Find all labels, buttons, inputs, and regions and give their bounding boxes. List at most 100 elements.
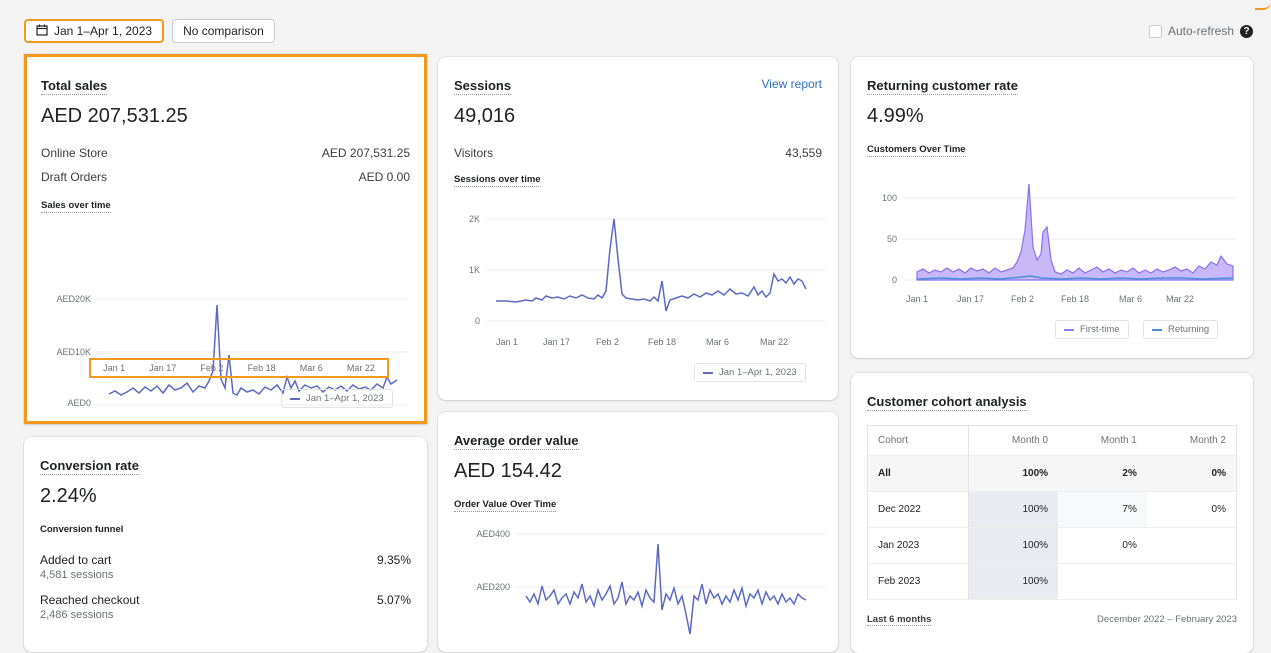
aov-chart: AED400 AED200 xyxy=(476,529,826,635)
cohort-cell xyxy=(1146,563,1237,600)
cohort-period-label: Last 6 months xyxy=(867,614,932,626)
x-tick: Mar 6 xyxy=(299,363,323,373)
sessions-line xyxy=(496,218,807,312)
y-tick: 1K xyxy=(469,265,480,275)
table-row: All 100% 2% 0% xyxy=(867,455,1237,492)
calendar-icon xyxy=(36,24,48,39)
view-report-link[interactable]: View report xyxy=(762,77,822,91)
date-range-button[interactable]: Jan 1–Apr 1, 2023 xyxy=(24,19,165,43)
total-sales-title: Total sales xyxy=(41,78,108,95)
table-row: Feb 2023 100% xyxy=(867,563,1237,600)
y-tick: AED20K xyxy=(56,294,91,304)
returning-title: Returning customer rate xyxy=(867,78,1018,95)
y-tick: AED200 xyxy=(476,582,510,592)
cohort-title: Customer cohort analysis xyxy=(867,394,1027,411)
row-label: Online Store xyxy=(41,146,108,160)
first-time-legend[interactable]: First-time xyxy=(1055,320,1129,339)
returning-chart: 100 50 0 Jan 1 Jan 17 Feb 2 Feb 18 Mar 6… xyxy=(882,183,1236,304)
y-tick: AED400 xyxy=(476,529,510,539)
aov-title: Average order value xyxy=(454,433,579,450)
y-tick: 0 xyxy=(892,275,897,285)
x-tick: Mar 6 xyxy=(706,337,729,347)
cohort-cell: Jan 2023 xyxy=(867,527,969,564)
cohort-cell: 2% xyxy=(1058,455,1147,492)
aov-card: Average order value AED 154.42 Order Val… xyxy=(438,412,838,652)
x-tick: Mar 22 xyxy=(346,363,375,373)
funnel-step-label: Added to cart xyxy=(40,553,112,567)
column-header: Cohort xyxy=(867,425,969,456)
sessions-title: Sessions xyxy=(454,78,512,95)
legend-swatch xyxy=(1152,328,1162,331)
legend-swatch xyxy=(703,371,713,374)
legend-label: Returning xyxy=(1168,324,1210,335)
x-tick: Feb 2 xyxy=(596,337,619,347)
sessions-card: Sessions View report 49,016 Visitors 43,… xyxy=(438,57,838,400)
y-tick: AED0 xyxy=(67,398,91,408)
row-value: 43,559 xyxy=(785,146,822,160)
funnel-step-sessions: 4,581 sessions xyxy=(40,569,114,581)
cohort-header-row: Cohort Month 0 Month 1 Month 2 xyxy=(867,425,1237,456)
cohort-table: Cohort Month 0 Month 1 Month 2 All 100% … xyxy=(867,425,1237,600)
funnel-step-rate: 9.35% xyxy=(376,553,411,567)
cohort-cell: 100% xyxy=(968,527,1059,564)
cohort-cell: Dec 2022 xyxy=(867,491,969,528)
x-tick: Mar 22 xyxy=(1166,294,1194,304)
sessions-value: 49,016 xyxy=(454,105,516,127)
column-header: Month 1 xyxy=(1058,425,1147,456)
cohort-cell: 100% xyxy=(968,491,1059,528)
x-tick: Jan 1 xyxy=(906,294,928,304)
x-tick: Jan 1 xyxy=(496,337,518,347)
returning-value: 4.99% xyxy=(867,105,924,127)
legend-label: Jan 1–Apr 1, 2023 xyxy=(306,393,384,404)
table-row: Dec 2022 100% 7% 0% xyxy=(867,491,1237,528)
funnel-step-label: Reached checkout xyxy=(40,593,140,607)
cohort-cell: 0% xyxy=(1058,527,1147,564)
toolbar: Jan 1–Apr 1, 2023 No comparison xyxy=(24,19,275,43)
cohort-card: Customer cohort analysis Cohort Month 0 … xyxy=(851,373,1253,653)
row-value: AED 0.00 xyxy=(358,170,410,184)
cohort-cell: 0% xyxy=(1146,491,1237,528)
returning-chart-title: Customers Over Time xyxy=(867,144,966,157)
conversion-funnel-title: Conversion funnel xyxy=(40,524,124,535)
online-store-row: Online Store AED 207,531.25 xyxy=(41,146,410,160)
x-tick: Feb 2 xyxy=(1011,294,1034,304)
funnel-step-sessions: 2,486 sessions xyxy=(40,609,114,621)
cohort-cell: Feb 2023 xyxy=(867,563,969,600)
x-tick: Feb 18 xyxy=(1061,294,1089,304)
legend-label: Jan 1–Apr 1, 2023 xyxy=(719,367,797,378)
sessions-legend[interactable]: Jan 1–Apr 1, 2023 xyxy=(694,363,806,382)
cohort-date-range: December 2022 – February 2023 xyxy=(1097,614,1237,625)
x-tick: Feb 2 xyxy=(200,363,224,373)
returning-legend[interactable]: Returning xyxy=(1143,320,1219,339)
sales-x-axis: Jan 1 Jan 17 Feb 2 Feb 18 Mar 6 Mar 22 xyxy=(89,358,389,378)
x-tick: Mar 6 xyxy=(1119,294,1142,304)
sales-chart-title: Sales over time xyxy=(41,200,111,213)
x-tick: Jan 17 xyxy=(957,294,984,304)
aov-chart-title: Order Value Over Time xyxy=(454,499,557,512)
total-sales-card: Total sales AED 207,531.25 Online Store … xyxy=(24,54,427,424)
funnel-step-text: Added to cart 4,581 sessions xyxy=(40,553,113,581)
corner-decoration xyxy=(1255,0,1271,10)
x-tick: Jan 1 xyxy=(103,363,126,373)
cohort-cell: 100% xyxy=(968,563,1059,600)
cohort-cell: 7% xyxy=(1058,491,1147,528)
cohort-cell: 100% xyxy=(968,455,1059,492)
sales-line xyxy=(108,304,398,396)
comparison-label: No comparison xyxy=(183,24,264,38)
draft-orders-row: Draft Orders AED 0.00 xyxy=(41,170,410,184)
conversion-title: Conversion rate xyxy=(40,458,139,475)
comparison-button[interactable]: No comparison xyxy=(172,19,275,43)
cohort-cell: 0% xyxy=(1146,455,1237,492)
sales-legend[interactable]: Jan 1–Apr 1, 2023 xyxy=(281,389,393,408)
conversion-card: Conversion rate 2.24% Conversion funnel … xyxy=(24,437,427,652)
auto-refresh-checkbox[interactable] xyxy=(1148,24,1162,38)
aov-value: AED 154.42 xyxy=(454,460,562,482)
column-header: Month 0 xyxy=(968,425,1059,456)
cohort-cell xyxy=(1058,563,1147,600)
aov-line xyxy=(525,543,807,635)
funnel-step-rate: 5.07% xyxy=(376,593,411,607)
help-icon[interactable]: ? xyxy=(1240,24,1253,38)
cohort-footer: Last 6 months December 2022 – February 2… xyxy=(867,614,1237,626)
row-value: AED 207,531.25 xyxy=(321,146,410,160)
y-tick: 50 xyxy=(887,234,897,244)
